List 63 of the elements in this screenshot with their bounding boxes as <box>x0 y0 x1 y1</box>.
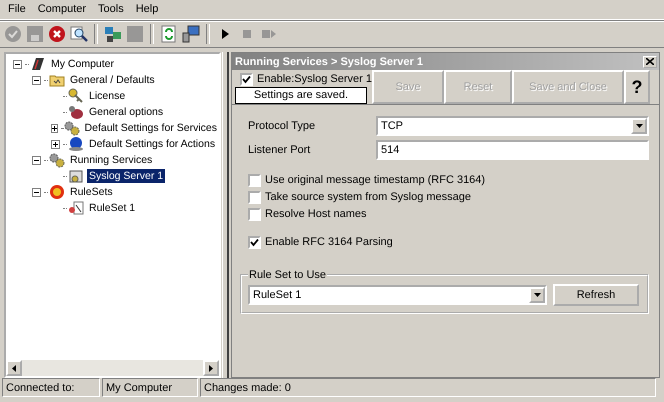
tree-item[interactable]: RuleSet 1 <box>87 201 138 215</box>
caret-icon[interactable] <box>636 124 642 128</box>
port-field[interactable]: 514 <box>376 140 649 160</box>
protocol-dropdown[interactable]: TCP <box>376 116 649 136</box>
tree-item[interactable]: Syslog Server 1 <box>87 169 166 183</box>
globe-icon <box>68 136 84 152</box>
checkbox[interactable] <box>248 190 261 204</box>
group-label: Rule Set to Use <box>248 269 328 281</box>
checkbox[interactable] <box>248 236 261 248</box>
menu-item[interactable]: Computer <box>32 1 92 18</box>
expander-icon[interactable] <box>51 124 58 132</box>
status-text: Connected to: <box>2 378 100 397</box>
splitter[interactable] <box>222 52 229 378</box>
rules-icon <box>68 200 84 216</box>
checkbox[interactable] <box>240 72 253 86</box>
checkbox[interactable] <box>248 208 261 220</box>
caret-icon[interactable] <box>534 293 540 297</box>
help-button[interactable]: ? <box>624 70 650 104</box>
status-text: Changes made: 0 <box>200 378 656 397</box>
gears-icon <box>49 152 65 168</box>
expander-icon[interactable] <box>32 156 41 164</box>
bug-icon <box>68 104 84 120</box>
expander-icon[interactable] <box>32 188 41 196</box>
scroll-right-icon[interactable] <box>203 360 219 376</box>
key-icon <box>68 88 84 104</box>
computer-icon[interactable] <box>182 25 200 43</box>
tree-item[interactable]: Running Services <box>68 153 154 167</box>
refresh-icon[interactable] <box>160 25 178 43</box>
cancel-icon[interactable] <box>48 25 66 43</box>
server-icon <box>68 168 84 184</box>
network-icon[interactable] <box>104 25 122 43</box>
status-message: Settings are saved. <box>235 87 367 104</box>
expander-icon[interactable] <box>32 76 41 84</box>
tree-item[interactable]: General options <box>87 105 166 119</box>
burst-icon <box>49 184 65 200</box>
tree-item[interactable]: License <box>87 89 128 103</box>
scroll-left-icon[interactable] <box>6 360 22 376</box>
menu-item[interactable]: File <box>2 1 32 18</box>
refresh-button[interactable]: Refresh <box>553 284 639 306</box>
checkbox-label: Resolve Host names <box>265 208 366 220</box>
field-label: Protocol Type <box>248 120 316 132</box>
checkbox-label: Use original message timestamp (RFC 3164) <box>265 174 486 186</box>
menu-item[interactable]: Help <box>130 1 164 18</box>
gears-icon <box>64 120 80 136</box>
ruleset-dropdown[interactable]: RuleSet 1 <box>248 285 547 305</box>
tree-item[interactable]: Default Settings for Services <box>82 121 219 135</box>
status-text: My Computer <box>102 378 198 397</box>
tree-item[interactable]: RuleSets <box>68 185 115 199</box>
checkbox[interactable] <box>248 174 261 186</box>
checkbox-label: Enable RFC 3164 Parsing <box>265 236 393 248</box>
computer-icon <box>30 56 46 72</box>
menu-item[interactable]: Tools <box>92 1 130 18</box>
field-label: Listener Port <box>248 144 312 156</box>
expander-icon[interactable] <box>13 60 22 68</box>
tree-item[interactable]: Default Settings for Actions <box>87 137 218 151</box>
checkbox-label: Take source system from Syslog message <box>265 191 472 203</box>
expander-icon[interactable] <box>51 140 60 148</box>
tree-item[interactable]: General / Defaults <box>68 73 157 87</box>
panel-title: Running Services > Syslog Server 1 <box>235 56 423 68</box>
search-icon[interactable] <box>70 25 88 43</box>
close-button[interactable] <box>643 56 657 68</box>
tree-item[interactable]: My Computer <box>49 57 116 71</box>
checkbox-label: Enable:Syslog Server 1 <box>257 73 372 85</box>
